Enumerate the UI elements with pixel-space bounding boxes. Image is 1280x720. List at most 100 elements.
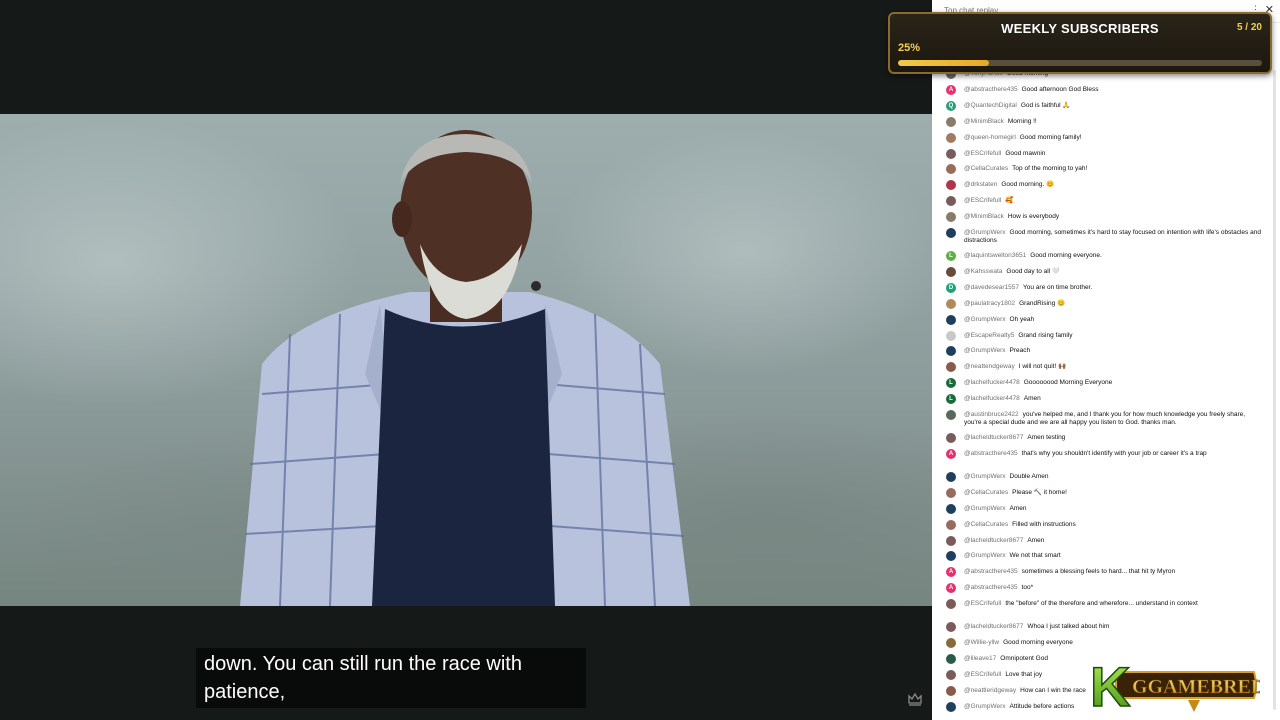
chat-username[interactable]: @Kahsswata	[964, 268, 1002, 275]
chat-avatar[interactable]	[946, 503, 956, 514]
chat-avatar[interactable]	[946, 196, 956, 207]
chat-username[interactable]: @GrumpWerx	[964, 473, 1006, 480]
chat-text: Amen	[1009, 504, 1027, 512]
chat-text: Good mawnin	[1005, 149, 1046, 157]
chat-avatar[interactable]	[946, 346, 956, 357]
chat-username[interactable]: @lileave17	[964, 655, 996, 662]
chat-avatar[interactable]	[946, 433, 956, 443]
channel-watermark-icon[interactable]	[906, 690, 924, 708]
chat-text: We not that smart	[1009, 552, 1061, 560]
chat-text: Oh yeah	[1009, 315, 1035, 323]
chat-avatar[interactable]: L	[946, 394, 956, 405]
chat-username[interactable]: @laquintswelton3651	[964, 252, 1026, 259]
chat-avatar[interactable]	[946, 685, 956, 696]
chat-avatar[interactable]	[946, 298, 956, 309]
chat-avatar[interactable]: L	[946, 251, 956, 261]
chat-username[interactable]: @lacheldtucker8677	[964, 434, 1023, 441]
chat-message-body: @GrumpWerx We not that smart	[964, 552, 1264, 560]
chat-username[interactable]: @lacheldtucker8677	[964, 623, 1023, 630]
chat-avatar[interactable]	[946, 653, 956, 664]
chat-username[interactable]: @neattendgeway	[964, 363, 1015, 370]
chat-avatar[interactable]	[946, 638, 956, 648]
chat-username[interactable]: @GrumpWerx	[964, 347, 1006, 354]
chat-username[interactable]: @drkstaten	[964, 181, 997, 188]
chat-username[interactable]: @lachelfucker4478	[964, 395, 1020, 402]
chat-message-body: @lacheldtucker8677 Amen	[964, 537, 1264, 545]
chat-avatar[interactable]: D	[946, 282, 956, 293]
chat-username[interactable]: @abstracthere435	[964, 450, 1018, 457]
chat-message-body: @Kahsswata Good day to all 🤍	[964, 268, 1264, 276]
chat-avatar[interactable]	[946, 228, 956, 238]
chat-username[interactable]: @MinimBlack	[964, 213, 1004, 220]
video-player[interactable]: down. You can still run the race with pa…	[0, 0, 932, 720]
chat-username[interactable]: @lachelfucker4478	[964, 379, 1020, 386]
chat-username[interactable]: @abstracthere435	[964, 86, 1018, 93]
chat-avatar[interactable]: Q	[946, 100, 956, 111]
chat-avatar[interactable]: L	[946, 378, 956, 389]
chat-avatar[interactable]	[946, 212, 956, 223]
chat-username[interactable]: @QuantechDigital	[964, 102, 1017, 109]
chat-username[interactable]: @GrumpWerx	[964, 316, 1006, 323]
chat-avatar[interactable]	[946, 701, 956, 712]
chat-message-body: @austinbruce2422 you've helped me, and I …	[964, 411, 1264, 427]
chat-text: Morning !!	[1007, 117, 1037, 125]
chat-avatar[interactable]	[946, 410, 956, 420]
chat-message-body: @abstracthere435 that's why you shouldn't…	[964, 450, 1264, 458]
chat-username[interactable]: @Willie-yllw	[964, 639, 999, 646]
chat-username[interactable]: @GrumpWerx	[964, 229, 1006, 236]
chat-avatar[interactable]	[946, 148, 956, 159]
live-chat-panel: Top chat replay ⋮ ✕ @TonyAuriceGood morn…	[932, 0, 1280, 720]
speaker-image	[240, 130, 690, 606]
chat-avatar[interactable]	[946, 471, 956, 482]
chat-avatar[interactable]	[946, 266, 956, 277]
chat-message-body: @GrumpWerx Double Amen	[964, 473, 1264, 481]
chat-avatar[interactable]	[946, 622, 956, 633]
chat-username[interactable]: @abstracthere435	[964, 568, 1018, 575]
chat-username[interactable]: @austinbruce2422	[964, 411, 1019, 418]
chat-text: 🥰	[1005, 197, 1014, 205]
chat-username[interactable]: @EscapeRealty5	[964, 332, 1014, 339]
goal-count: 5 / 20	[1236, 22, 1262, 33]
chat-username[interactable]: @abstracthere435	[964, 584, 1018, 591]
chat-avatar[interactable]	[946, 330, 956, 341]
chat-username[interactable]: @GrumpWerx	[964, 703, 1006, 710]
chat-avatar[interactable]	[946, 116, 956, 127]
chat-avatar[interactable]	[946, 362, 956, 373]
chat-avatar[interactable]	[946, 180, 956, 191]
chat-username[interactable]: @queen-homegirl	[964, 134, 1016, 141]
chat-username[interactable]: @ESCrifefull	[964, 150, 1001, 157]
chat-username[interactable]: @davedesear1557	[964, 284, 1019, 291]
chat-username[interactable]: @CellaCurates	[964, 489, 1008, 496]
video-frame[interactable]	[0, 114, 932, 606]
chat-avatar[interactable]	[946, 535, 956, 546]
chat-username[interactable]: @ESCrifefull	[964, 197, 1001, 204]
chat-username[interactable]: @ESCrifefull	[964, 600, 1001, 607]
chat-avatar[interactable]	[946, 132, 956, 143]
chat-message-body: @abstracthere435 Good afternoon God Bless	[964, 86, 1264, 94]
chat-avatar[interactable]	[946, 164, 956, 175]
chat-avatar[interactable]	[946, 599, 956, 610]
chat-username[interactable]: @GrumpWerx	[964, 505, 1006, 512]
chat-username[interactable]: @MinimBlack	[964, 118, 1004, 125]
chat-username[interactable]: @GrumpWerx	[964, 552, 1006, 559]
chat-username[interactable]: @lacheldtucker8677	[964, 537, 1023, 544]
chat-username[interactable]: @neattleridgeway	[964, 687, 1016, 694]
chat-scrollbar[interactable]	[1273, 70, 1276, 710]
chat-username[interactable]: @CellaCurates	[964, 165, 1008, 172]
chat-avatar[interactable]	[946, 551, 956, 562]
chat-username[interactable]: @paulatracy1802	[964, 300, 1015, 307]
chat-username[interactable]: @CellaCurates	[964, 521, 1008, 528]
chat-avatar[interactable]	[946, 314, 956, 325]
chat-message-body: @Willie-yllw Good morning everyone	[964, 639, 1264, 647]
goal-title: WEEKLY SUBSCRIBERS	[1001, 21, 1159, 36]
chat-avatar[interactable]: A	[946, 583, 956, 594]
chat-avatar[interactable]: A	[946, 84, 956, 95]
chat-avatar[interactable]	[946, 487, 956, 498]
chat-message-body: @paulatracy1802 GrandRising 😊	[964, 300, 1264, 308]
chat-text: Whoa I just talked about him	[1027, 623, 1110, 631]
chat-avatar[interactable]: A	[946, 448, 956, 459]
chat-avatar[interactable]	[946, 519, 956, 530]
chat-username[interactable]: @ESCrifefull	[964, 671, 1001, 678]
chat-avatar[interactable]: A	[946, 567, 956, 578]
chat-avatar[interactable]	[946, 669, 956, 680]
